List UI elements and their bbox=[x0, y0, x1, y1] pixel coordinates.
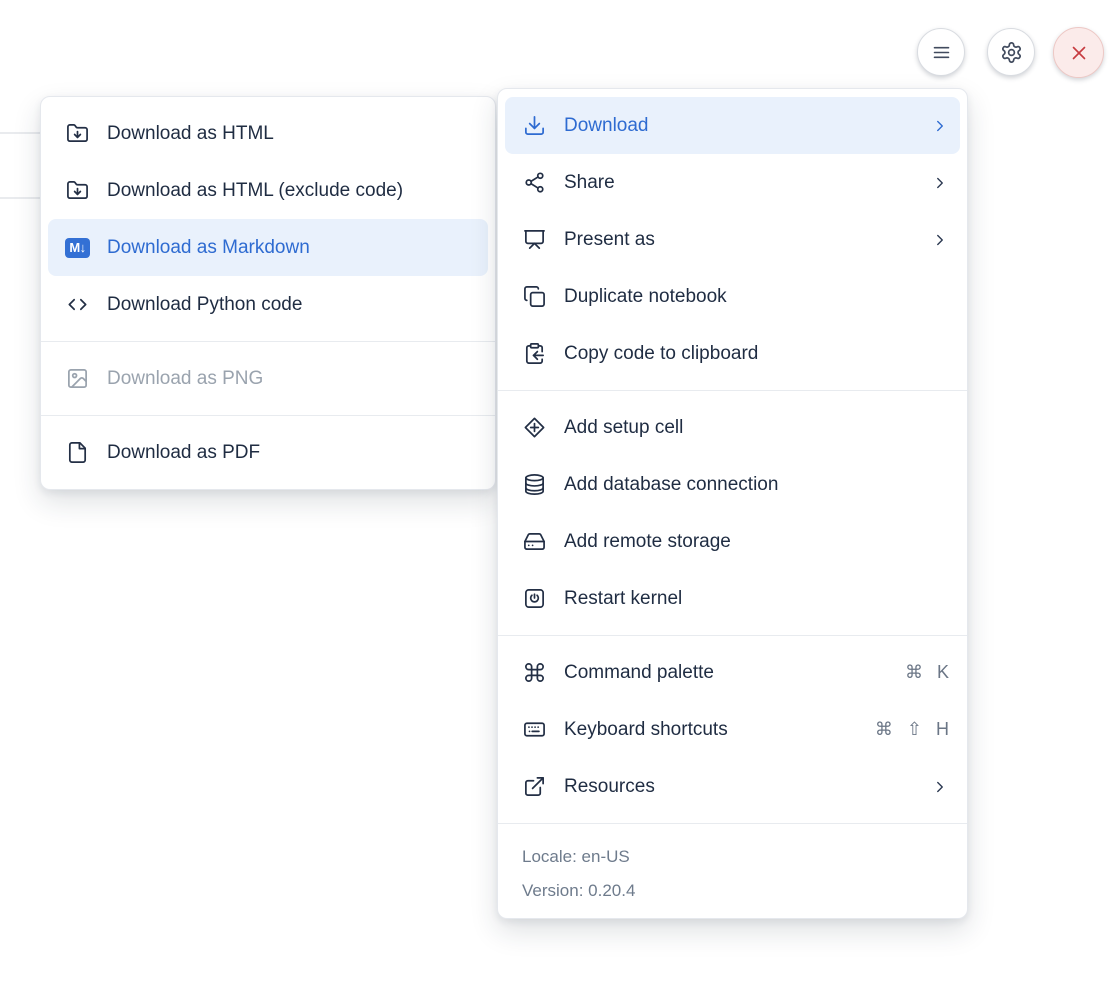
menu-separator bbox=[498, 635, 967, 636]
file-icon bbox=[65, 441, 90, 464]
menu-separator bbox=[41, 341, 495, 342]
settings-button[interactable] bbox=[987, 28, 1035, 76]
close-icon bbox=[1068, 42, 1090, 64]
menu-separator bbox=[41, 415, 495, 416]
keyboard-icon bbox=[522, 718, 547, 741]
menu-item-label: Download as HTML bbox=[107, 123, 477, 145]
chevron-right-icon bbox=[931, 231, 949, 249]
notebook-actions-menu: Download Share Present as Duplicate note… bbox=[497, 88, 968, 919]
copy-icon bbox=[522, 285, 547, 308]
shortcut-hint: ⌘ ⇧ H bbox=[875, 719, 949, 740]
code-icon bbox=[65, 293, 90, 316]
menu-item-command-palette[interactable]: Command palette ⌘ K bbox=[498, 644, 967, 701]
share-icon bbox=[522, 171, 547, 194]
close-app-button[interactable] bbox=[1053, 27, 1104, 78]
menu-item-label: Command palette bbox=[564, 662, 888, 684]
menu-item-resources[interactable]: Resources bbox=[498, 758, 967, 815]
hamburger-icon bbox=[931, 42, 952, 63]
notebook-menu-button[interactable] bbox=[917, 28, 965, 76]
menu-item-copy-code-to-clipboard[interactable]: Copy code to clipboard bbox=[498, 325, 967, 382]
hard-drive-icon bbox=[522, 530, 547, 553]
menu-item-share[interactable]: Share bbox=[498, 154, 967, 211]
diamond-plus-icon bbox=[522, 416, 547, 439]
menu-item-label: Present as bbox=[564, 229, 914, 251]
menu-item-download-python-code[interactable]: Download Python code bbox=[41, 276, 495, 333]
download-submenu: Download as HTML Download as HTML (exclu… bbox=[40, 96, 496, 490]
chevron-right-icon bbox=[931, 778, 949, 796]
menu-item-label: Download bbox=[564, 115, 914, 137]
menu-item-label: Download as PNG bbox=[107, 368, 477, 390]
menu-separator bbox=[498, 823, 967, 824]
markdown-badge-icon: M↓ bbox=[65, 238, 90, 258]
command-icon bbox=[522, 661, 547, 684]
background-cell-border bbox=[0, 132, 42, 134]
menu-item-present-as[interactable]: Present as bbox=[498, 211, 967, 268]
menu-item-download-as-html-exclude-code[interactable]: Download as HTML (exclude code) bbox=[41, 162, 495, 219]
chevron-right-icon bbox=[931, 174, 949, 192]
menu-item-label: Restart kernel bbox=[564, 588, 949, 610]
version-text: Version: 0.20.4 bbox=[522, 874, 943, 908]
menu-item-keyboard-shortcuts[interactable]: Keyboard shortcuts ⌘ ⇧ H bbox=[498, 701, 967, 758]
menu-item-label: Resources bbox=[564, 776, 914, 798]
menu-item-add-database-connection[interactable]: Add database connection bbox=[498, 456, 967, 513]
background-cell-border bbox=[0, 197, 42, 199]
menu-item-download-as-pdf[interactable]: Download as PDF bbox=[41, 424, 495, 481]
menu-item-label: Add setup cell bbox=[564, 417, 949, 439]
menu-item-label: Add database connection bbox=[564, 474, 949, 496]
folder-down-icon bbox=[65, 122, 90, 145]
menu-item-label: Download as PDF bbox=[107, 442, 477, 464]
clipboard-copy-icon bbox=[522, 342, 547, 365]
menu-item-label: Keyboard shortcuts bbox=[564, 719, 858, 741]
presentation-icon bbox=[522, 228, 547, 251]
menu-item-duplicate-notebook[interactable]: Duplicate notebook bbox=[498, 268, 967, 325]
external-link-icon bbox=[522, 775, 547, 798]
gear-icon bbox=[1000, 41, 1023, 64]
folder-down-icon bbox=[65, 179, 90, 202]
menu-item-label: Share bbox=[564, 172, 914, 194]
menu-item-label: Download Python code bbox=[107, 294, 477, 316]
menu-item-label: Download as Markdown bbox=[107, 237, 477, 259]
menu-item-download-as-png: Download as PNG bbox=[41, 350, 495, 407]
menu-item-label: Download as HTML (exclude code) bbox=[107, 180, 477, 202]
menu-item-label: Add remote storage bbox=[564, 531, 949, 553]
locale-text: Locale: en-US bbox=[522, 840, 943, 874]
menu-item-download[interactable]: Download bbox=[505, 97, 960, 154]
menu-item-download-as-markdown[interactable]: M↓ Download as Markdown bbox=[48, 219, 488, 276]
menu-separator bbox=[498, 390, 967, 391]
shortcut-hint: ⌘ K bbox=[905, 662, 949, 683]
download-icon bbox=[522, 114, 547, 137]
menu-item-label: Duplicate notebook bbox=[564, 286, 949, 308]
menu-item-label: Copy code to clipboard bbox=[564, 343, 949, 365]
menu-item-add-setup-cell[interactable]: Add setup cell bbox=[498, 399, 967, 456]
power-square-icon bbox=[522, 587, 547, 610]
menu-item-add-remote-storage[interactable]: Add remote storage bbox=[498, 513, 967, 570]
menu-footer: Locale: en-US Version: 0.20.4 bbox=[498, 832, 967, 910]
menu-item-restart-kernel[interactable]: Restart kernel bbox=[498, 570, 967, 627]
menu-item-download-as-html[interactable]: Download as HTML bbox=[41, 105, 495, 162]
image-icon bbox=[65, 367, 90, 390]
database-icon bbox=[522, 473, 547, 496]
chevron-right-icon bbox=[931, 117, 949, 135]
